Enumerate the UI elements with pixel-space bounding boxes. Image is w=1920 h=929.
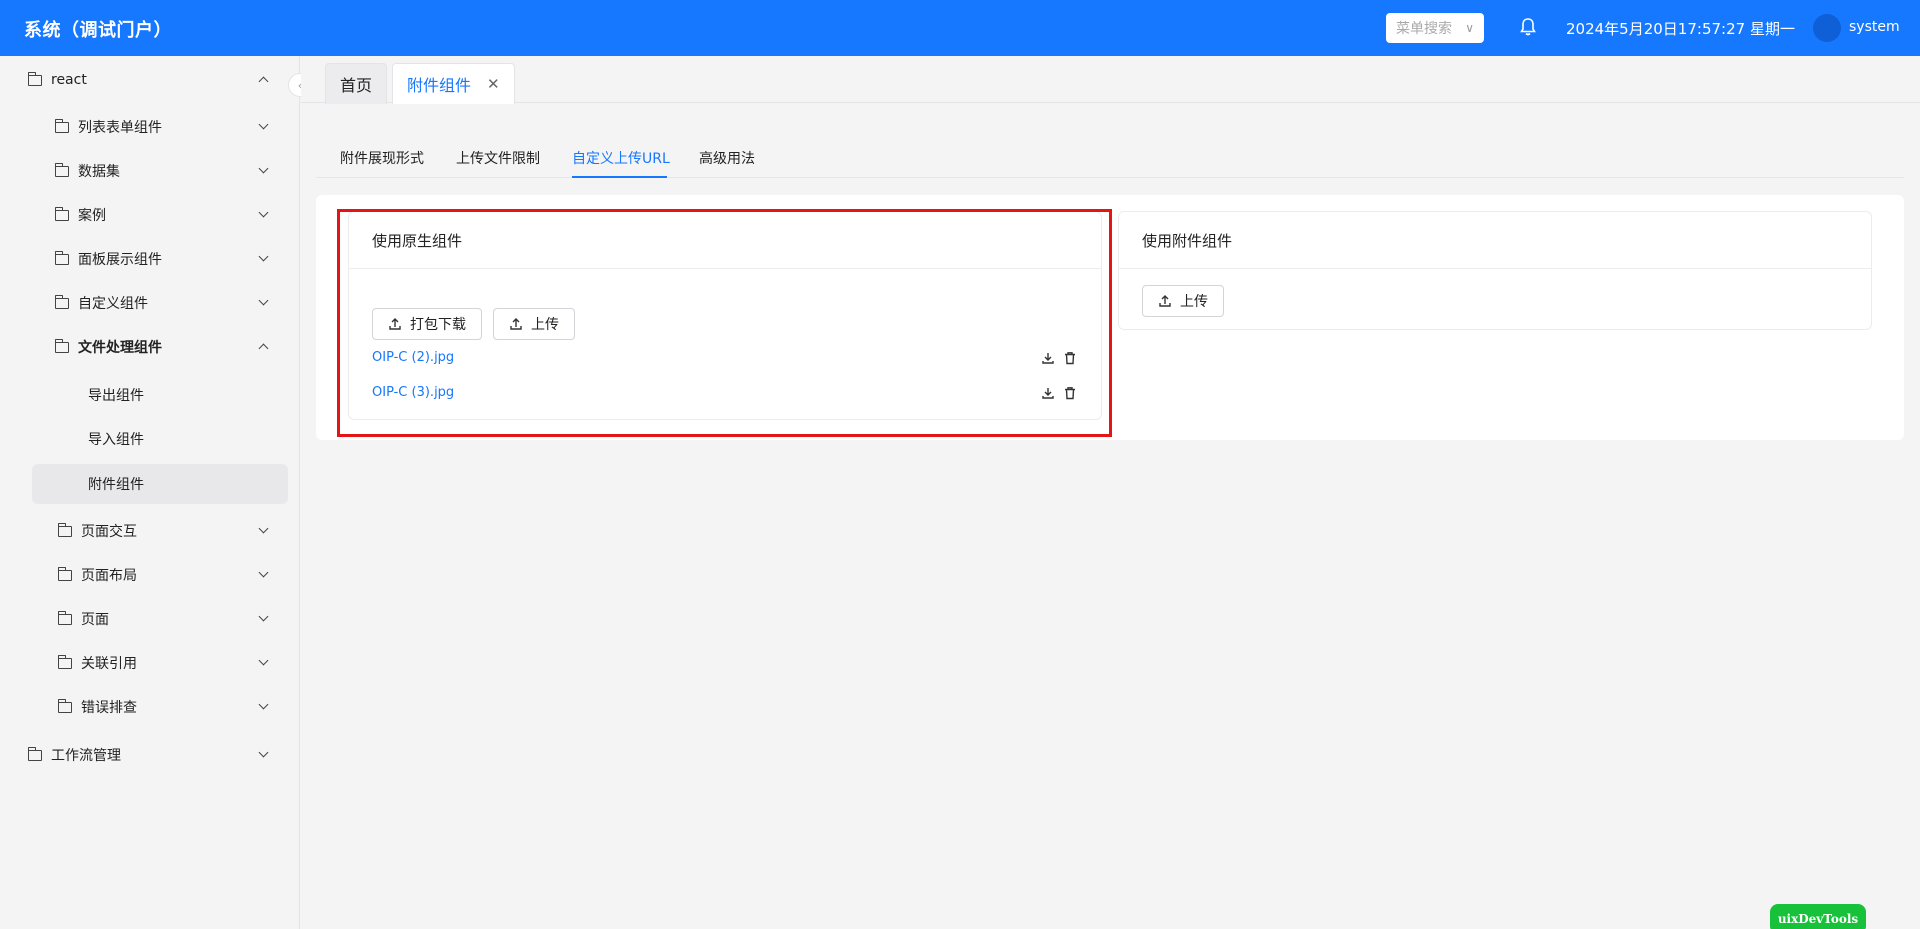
sidebar-item-label: 导入组件 xyxy=(88,432,144,448)
sidebar-item-attachment[interactable]: 附件组件 xyxy=(32,464,288,504)
close-icon[interactable]: ✕ xyxy=(487,75,500,93)
sidebar-item-cases[interactable]: 案例 xyxy=(0,195,300,235)
tab-label: 首页 xyxy=(340,76,373,95)
chevron-down-icon xyxy=(258,119,269,130)
folder-icon xyxy=(27,746,42,761)
sidebar-item-workflow[interactable]: 工作流管理 xyxy=(0,735,300,775)
sidebar-item-label: 页面布局 xyxy=(81,568,137,584)
folder-icon xyxy=(54,162,69,177)
sidebar-item-label: react xyxy=(51,72,87,88)
username[interactable]: system xyxy=(1849,19,1900,35)
folder-icon xyxy=(57,610,72,625)
sidebar-item-label: 自定义组件 xyxy=(78,296,148,312)
attachment-component-card: 使用附件组件 上传 xyxy=(1118,211,1872,330)
sidebar-item-page-layout[interactable]: 页面布局 xyxy=(0,555,300,595)
tab-upload-limits[interactable]: 上传文件限制 xyxy=(456,148,540,168)
datetime-display: 2024年5月20日17:57:27 星期一 xyxy=(1566,20,1795,38)
tab-display-forms[interactable]: 附件展现形式 xyxy=(340,148,424,168)
sidebar-item-label: 页面 xyxy=(81,612,109,628)
sidebar-item-panel-display[interactable]: 面板展示组件 xyxy=(0,239,300,279)
sidebar-item-label: 数据集 xyxy=(78,164,120,180)
chevron-down-icon xyxy=(258,567,269,578)
folder-icon xyxy=(54,250,69,265)
sidebar-item-label: 关联引用 xyxy=(81,656,137,672)
sidebar-item-label: 列表表单组件 xyxy=(78,120,162,136)
menu-search-select[interactable]: 菜单搜索 ∨ xyxy=(1386,13,1484,43)
folder-icon xyxy=(57,654,72,669)
chevron-down-icon xyxy=(258,295,269,306)
sidebar-item-label: 页面交互 xyxy=(81,524,137,540)
tab-advanced-usage[interactable]: 高级用法 xyxy=(699,148,755,168)
bell-icon[interactable] xyxy=(1519,17,1537,37)
chevron-up-icon xyxy=(258,343,269,354)
chevron-up-icon xyxy=(258,76,269,87)
sidebar-item-react[interactable]: react xyxy=(0,60,300,100)
menu-search-placeholder: 菜单搜索 xyxy=(1396,21,1452,37)
tab-label: 附件组件 xyxy=(407,76,472,95)
app-title: 系统（调试门户） xyxy=(24,20,172,41)
upload-icon xyxy=(1159,295,1171,307)
sidebar-item-label: 工作流管理 xyxy=(51,748,121,764)
upload-button[interactable]: 上传 xyxy=(1142,285,1224,317)
active-tab-indicator xyxy=(572,176,667,178)
folder-icon xyxy=(54,338,69,353)
sidebar-item-label: 面板展示组件 xyxy=(78,252,162,268)
chevron-down-icon: ∨ xyxy=(1465,21,1474,35)
chevron-down-icon xyxy=(258,251,269,262)
chevron-down-icon xyxy=(258,699,269,710)
chevron-down-icon xyxy=(258,747,269,758)
chevron-down-icon xyxy=(258,207,269,218)
sidebar-item-troubleshoot[interactable]: 错误排查 xyxy=(0,687,300,727)
sidebar-item-import[interactable]: 导入组件 xyxy=(0,419,300,459)
tab-attachment[interactable]: 附件组件 ✕ xyxy=(392,63,515,104)
folder-icon xyxy=(54,118,69,133)
sidebar-item-list-form[interactable]: 列表表单组件 xyxy=(0,107,300,147)
avatar[interactable] xyxy=(1813,14,1841,42)
sidebar-item-label: 导出组件 xyxy=(88,388,144,404)
chevron-down-icon xyxy=(258,611,269,622)
sidebar-item-page-interaction[interactable]: 页面交互 xyxy=(0,511,300,551)
sidebar-item-dataset[interactable]: 数据集 xyxy=(0,151,300,191)
highlight-box xyxy=(337,209,1112,437)
sidebar-item-page[interactable]: 页面 xyxy=(0,599,300,639)
sidebar-item-reference[interactable]: 关联引用 xyxy=(0,643,300,683)
page-tabbar: 首页 附件组件 ✕ xyxy=(301,56,1920,104)
sidebar-item-label: 案例 xyxy=(78,208,106,224)
button-label: 上传 xyxy=(1180,294,1208,310)
sidebar: react 列表表单组件 数据集 案例 面板展示组件 自定义组件 文件处理组件 … xyxy=(0,56,300,929)
tab-custom-upload-url[interactable]: 自定义上传URL xyxy=(572,148,670,168)
chevron-down-icon xyxy=(258,523,269,534)
sidebar-item-custom[interactable]: 自定义组件 xyxy=(0,283,300,323)
folder-icon xyxy=(54,294,69,309)
chevron-down-icon xyxy=(258,655,269,666)
card-title: 使用附件组件 xyxy=(1119,212,1871,269)
folder-icon xyxy=(57,522,72,537)
chevron-down-icon xyxy=(258,163,269,174)
sidebar-item-label: 附件组件 xyxy=(88,477,144,493)
devtools-button[interactable]: uixDevTools xyxy=(1770,904,1866,929)
folder-icon xyxy=(27,71,42,86)
component-tabs: 附件展现形式 上传文件限制 自定义上传URL 高级用法 xyxy=(316,130,1904,178)
sidebar-item-file-processing[interactable]: 文件处理组件 xyxy=(0,327,300,367)
sidebar-item-label: 错误排查 xyxy=(81,700,137,716)
sidebar-item-export[interactable]: 导出组件 xyxy=(0,375,300,415)
sidebar-item-label: 文件处理组件 xyxy=(78,340,162,356)
folder-icon xyxy=(57,698,72,713)
folder-icon xyxy=(57,566,72,581)
folder-icon xyxy=(54,206,69,221)
tab-home[interactable]: 首页 xyxy=(325,63,388,104)
top-header: 系统（调试门户） 菜单搜索 ∨ 2024年5月20日17:57:27 星期一 s… xyxy=(0,0,1920,56)
